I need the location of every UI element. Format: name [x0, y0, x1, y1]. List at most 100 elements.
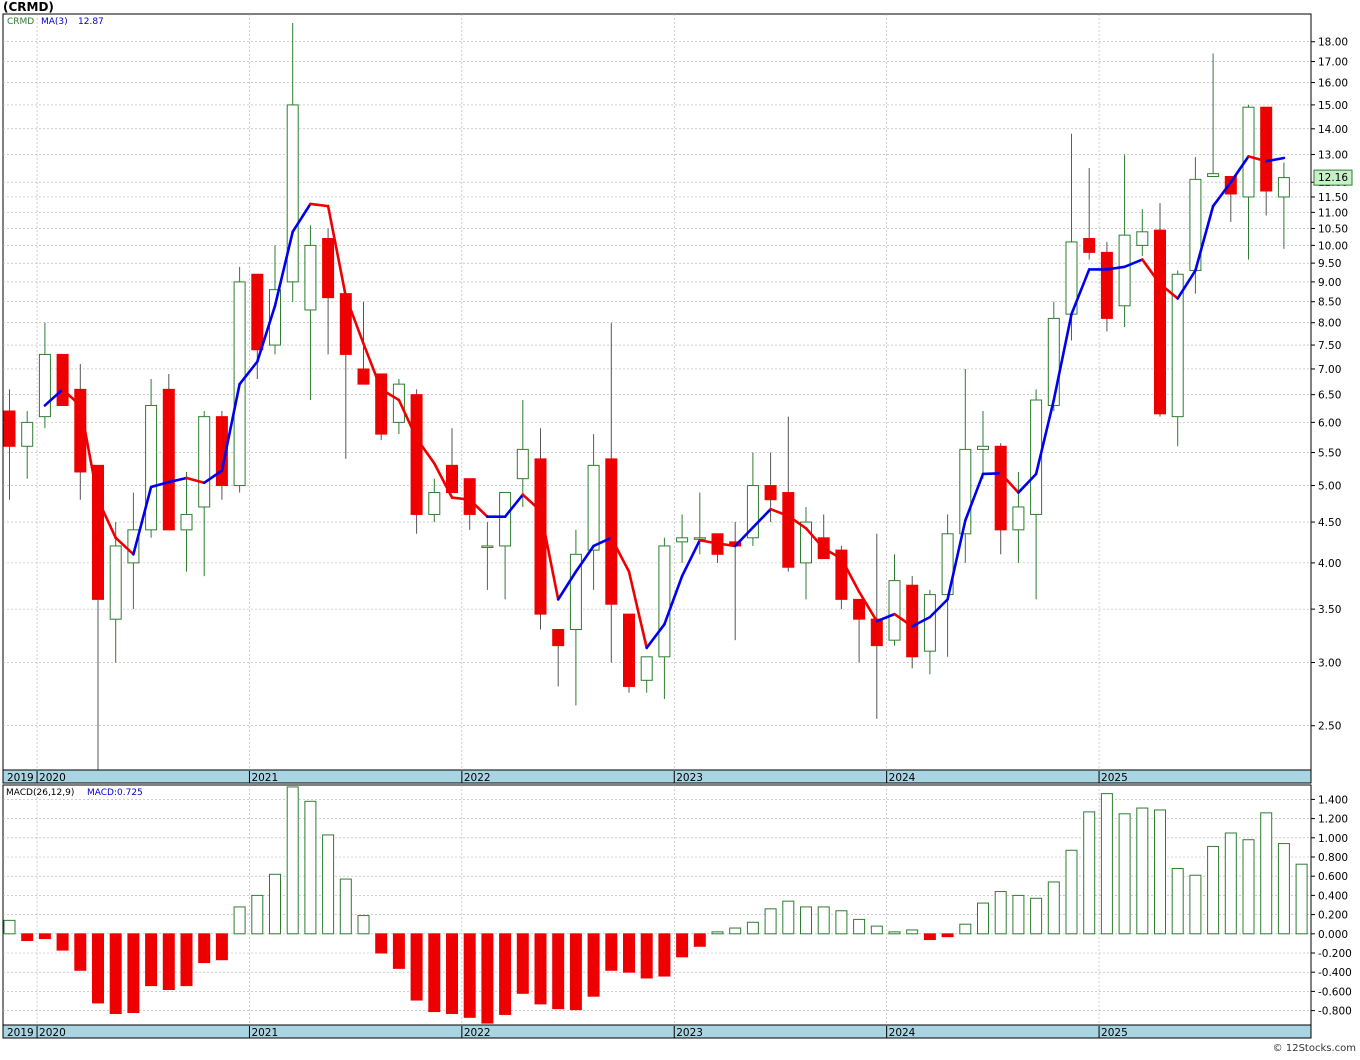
price-tick-label: 16.00 [1318, 78, 1348, 90]
candle-body-up [640, 656, 653, 681]
macd-bar-negative [109, 933, 122, 1014]
macd-tick-label: 1.200 [1318, 814, 1348, 826]
candle-body-up [587, 464, 600, 551]
price-tick-label: 9.50 [1318, 258, 1341, 270]
year-label: 2024 [889, 1027, 916, 1039]
year-label: 2021 [251, 772, 278, 784]
macd-bar-positive [1083, 811, 1096, 935]
candle-body-up [499, 492, 512, 547]
price-tick-label: 4.00 [1318, 558, 1341, 570]
price-tick-label: 8.50 [1318, 297, 1341, 309]
ma-segment [981, 471, 1003, 476]
candle-body-down [322, 238, 335, 299]
price-tick-label: 8.00 [1318, 318, 1341, 330]
candle [623, 613, 635, 693]
macd-bar-negative [552, 933, 565, 1010]
macd-bar-positive [1154, 809, 1166, 935]
macd-legend: MACD(26,12,9) [6, 788, 74, 798]
year-label: 2025 [1101, 1027, 1128, 1039]
year-label: 2023 [676, 772, 703, 784]
candle-body-up [516, 448, 529, 480]
candle-body-up [304, 244, 317, 311]
macd-bar-negative [74, 933, 87, 971]
macd-bar-positive [357, 915, 370, 935]
candle-body-up [1207, 173, 1220, 177]
candle-body-down [162, 388, 175, 531]
macd-bar-positive [1224, 832, 1237, 935]
chart-title: (CRMD) [3, 0, 54, 14]
macd-bar-positive [251, 894, 264, 935]
chart-stage: (CRMD) 2.50 3.00 3.50 4.00 4.50 5.00 5.50 6.00 6… [0, 0, 1360, 1056]
macd-bar-negative [92, 933, 104, 1004]
price-tick-label: 10.00 [1318, 240, 1348, 252]
macd-bar-positive [711, 931, 724, 935]
year-label: 2019 [7, 1027, 34, 1039]
candle-body-down [623, 613, 635, 687]
price-tick-label: 5.00 [1318, 481, 1341, 493]
price-tick-label: 7.00 [1318, 364, 1341, 376]
macd-bar-positive [1100, 793, 1113, 935]
macd-bar-positive [1136, 807, 1149, 935]
candle-body-down [605, 458, 618, 605]
macd-bar-negative [410, 933, 423, 1001]
candle-body-up [888, 580, 901, 641]
price-tick-label: 7.50 [1318, 340, 1341, 352]
macd-tick-label: 0.600 [1318, 871, 1348, 883]
macd-bar-negative [605, 933, 618, 971]
ma-value: 12.87 [78, 17, 104, 27]
macd-bar-negative [923, 933, 936, 941]
macd-tick-label: -0.400 [1318, 967, 1352, 979]
macd-bar-positive [782, 900, 795, 935]
macd-bar-positive [1171, 868, 1184, 935]
macd-bar-positive [1260, 812, 1273, 935]
price-tick-label: 14.00 [1318, 124, 1348, 136]
candle-body-up [1047, 317, 1060, 406]
candle-body-down [870, 618, 883, 647]
year-label: 2024 [889, 772, 916, 784]
macd-bar-negative [392, 933, 405, 969]
macd-bar-negative [587, 933, 600, 997]
year-label: 2021 [251, 1027, 278, 1039]
candle-body-up [977, 445, 989, 450]
candle [1100, 241, 1113, 332]
macd-bar-positive [269, 873, 281, 935]
macd-bar-negative [145, 933, 158, 987]
candle-body-up [1277, 177, 1290, 198]
price-tick-label: 3.00 [1318, 658, 1341, 670]
macd-bar-negative [21, 933, 34, 942]
macd-bar-negative [623, 933, 635, 973]
macd-bar-negative [38, 933, 51, 940]
price-tick-label: 18.00 [1318, 37, 1348, 49]
candle-body-up [109, 545, 122, 620]
macd-tick-label: 0.000 [1318, 929, 1348, 941]
macd-bar-negative [693, 933, 706, 947]
year-label: 2019 [7, 772, 34, 784]
candle-body-up [198, 416, 211, 508]
candle-body-down [552, 629, 565, 647]
macd-bar-positive [1242, 839, 1255, 935]
macd-bar-positive [994, 891, 1007, 935]
candle-body-up [676, 537, 689, 543]
ticker-legend: CRMD [7, 17, 34, 27]
macd-bar-negative [446, 933, 458, 1014]
macd-tick-label: -0.800 [1318, 1006, 1352, 1018]
macd-bar-positive [1277, 843, 1290, 935]
macd-bar-positive [800, 906, 812, 935]
macd-tick-label: 0.800 [1318, 852, 1348, 864]
price-tick-label: 4.50 [1318, 517, 1341, 529]
macd-bar-positive [1065, 849, 1078, 935]
macd-bar-negative [463, 933, 476, 1018]
candle-body-down [1100, 251, 1113, 319]
macd-bar-positive [304, 800, 317, 935]
candle-body-down [1260, 106, 1273, 192]
price-tick-label: 5.50 [1318, 448, 1341, 460]
candle-body-up [658, 545, 671, 658]
macd-bar-negative [198, 933, 211, 964]
macd-bar-negative [516, 933, 529, 994]
price-tick-label: 13.00 [1318, 149, 1348, 161]
macd-tick-label: 0.200 [1318, 910, 1348, 922]
candle-body-down [994, 445, 1007, 531]
candle-body-up [180, 513, 193, 531]
macd-bar-positive [835, 910, 848, 935]
candle-body-up [1012, 506, 1025, 531]
